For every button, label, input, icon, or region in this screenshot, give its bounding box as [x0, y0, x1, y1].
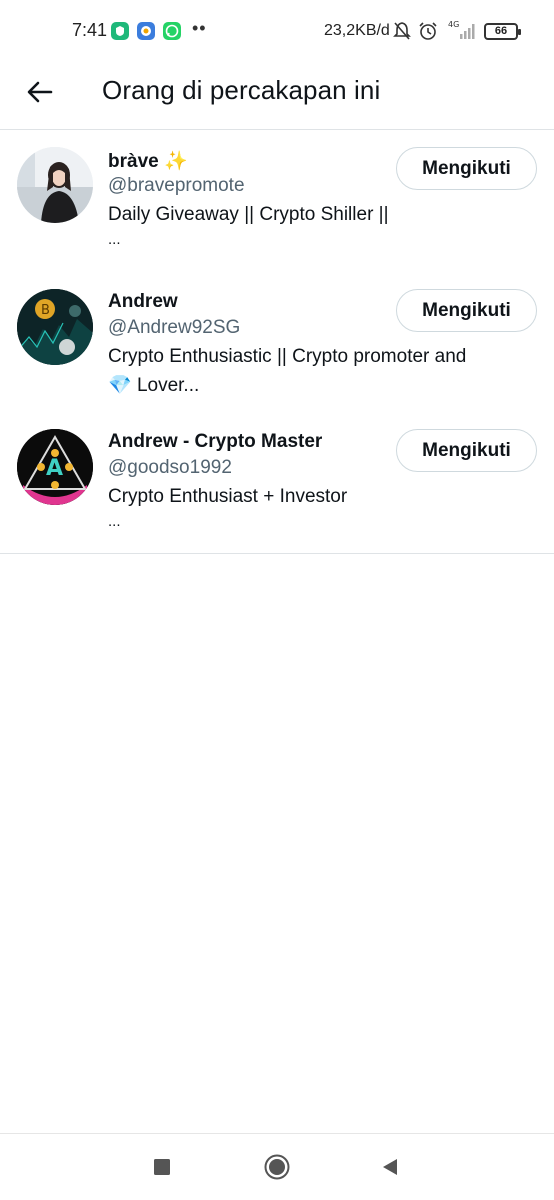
svg-text:B: B [41, 303, 50, 318]
avatar[interactable] [17, 147, 93, 223]
sparkles-emoji-icon: ✨ [163, 151, 188, 172]
svg-text:A: A [46, 456, 63, 481]
user-bio: Daily Giveaway || Crypto Shiller || ... [108, 200, 528, 251]
gem-emoji-icon: 💎 [108, 375, 132, 396]
nav-back-button[interactable] [377, 1156, 403, 1182]
status-bar: 7:41 •• 23,2KB/d 4G 66 [0, 0, 554, 64]
avatar[interactable]: A [17, 429, 93, 505]
home-button[interactable] [264, 1154, 290, 1185]
bio-text: Lover... [136, 375, 200, 396]
user-bio: Crypto Enthusiastic || Crypto promoter a… [108, 342, 528, 400]
recents-button[interactable] [149, 1156, 175, 1182]
display-name-text: bràve [108, 151, 159, 172]
arrow-left-icon [27, 81, 53, 108]
bio-line: 💎 Lover... [108, 371, 528, 400]
network-speed: 23,2KB/d [324, 22, 390, 39]
user-list: bràve ✨ @bravepromote Daily Giveaway || … [0, 131, 554, 553]
bio-line: ... [108, 231, 121, 248]
status-time: 7:41 [72, 20, 108, 40]
user-handle: @goodso1992 [108, 457, 232, 478]
bio-line: Crypto Enthusiastic || Crypto promoter a… [108, 346, 467, 367]
app-notification-icon [137, 22, 155, 40]
bio-line: Crypto Enthusiast + Investor [108, 486, 348, 507]
more-notifications-dots: •• [192, 18, 207, 38]
signal-4g-icon: 4G [448, 19, 478, 46]
triangle-back-icon [380, 1157, 400, 1182]
bell-muted-icon [393, 21, 411, 46]
bio-line: Daily Giveaway || Crypto Shiller || [108, 204, 389, 225]
user-row[interactable]: A Andrew - Crypto Master @goodso1992 Cry… [0, 411, 554, 553]
user-display-name: Andrew [108, 291, 178, 312]
user-handle: @Andrew92SG [108, 317, 241, 338]
alarm-icon [418, 21, 438, 46]
square-icon [153, 1158, 171, 1181]
user-display-name: Andrew - Crypto Master [108, 431, 323, 452]
user-row[interactable]: B Andrew @Andrew92SG Crypto Enthusiastic… [0, 271, 554, 411]
avatar[interactable]: B [17, 289, 93, 365]
back-button[interactable] [22, 76, 58, 112]
circle-icon [264, 1154, 290, 1185]
system-navigation-bar [0, 1133, 554, 1200]
following-button[interactable]: Mengikuti [396, 429, 537, 472]
svg-text:4G: 4G [448, 20, 459, 29]
app-notification-icon [111, 22, 129, 40]
user-row[interactable]: bràve ✨ @bravepromote Daily Giveaway || … [0, 131, 554, 271]
page-header: Orang di percakapan ini [0, 64, 554, 130]
battery-icon: 66 [484, 23, 521, 40]
user-bio: Crypto Enthusiast + Investor ... [108, 482, 528, 533]
bio-line: ... [108, 513, 121, 530]
page-title: Orang di percakapan ini [102, 75, 381, 105]
following-button[interactable]: Mengikuti [396, 289, 537, 332]
following-button[interactable]: Mengikuti [396, 147, 537, 190]
user-handle: @bravepromote [108, 175, 245, 196]
list-divider [0, 553, 554, 554]
user-display-name: bràve ✨ [108, 149, 188, 173]
whatsapp-icon [163, 22, 181, 40]
